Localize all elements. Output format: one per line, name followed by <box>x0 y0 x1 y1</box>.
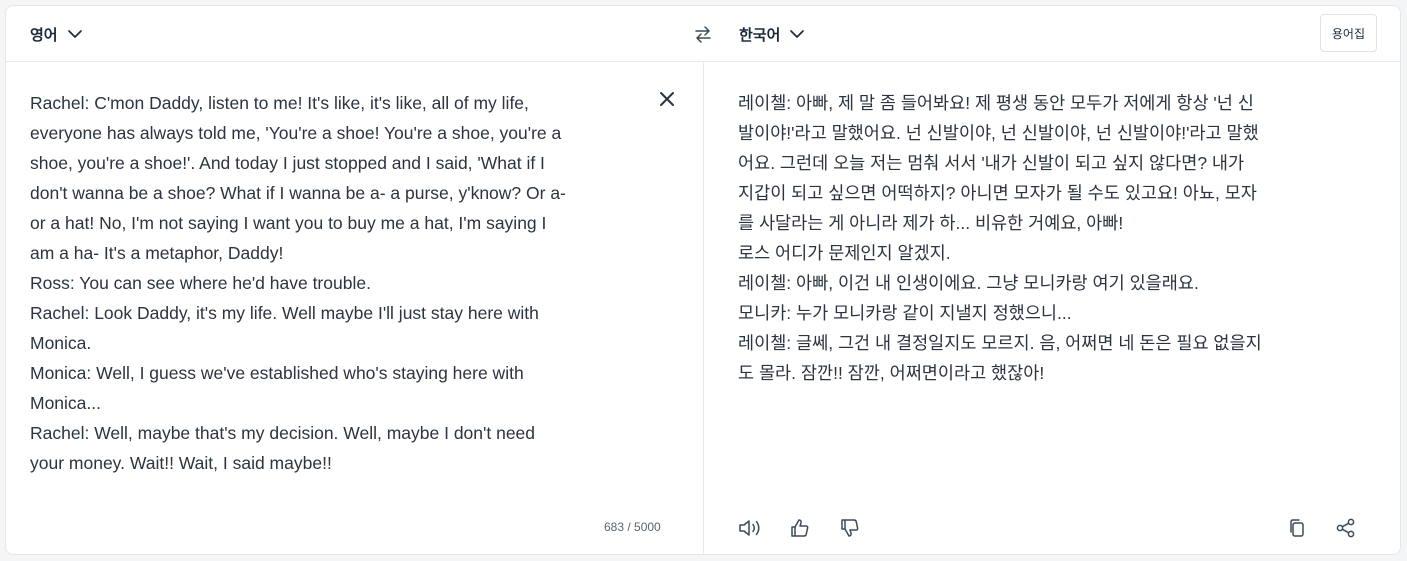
thumbs-up-icon <box>789 517 811 539</box>
chevron-down-icon <box>788 25 806 43</box>
source-language-label: 영어 <box>30 25 58 44</box>
listen-button[interactable] <box>736 514 764 542</box>
swap-arrows-icon <box>692 23 714 45</box>
dislike-button[interactable] <box>836 514 864 542</box>
like-button[interactable] <box>786 514 814 542</box>
pane-divider <box>703 62 704 554</box>
copy-icon <box>1286 517 1308 539</box>
share-icon <box>1335 517 1357 539</box>
character-count: 683 / 5000 <box>604 520 661 534</box>
translator-window: 영어 한국어 용어집 Rachel: C'mon Daddy, listen t… <box>5 5 1401 555</box>
source-text-input[interactable]: Rachel: C'mon Daddy, listen to me! It's … <box>30 88 630 478</box>
target-language-label: 한국어 <box>739 25 781 44</box>
clear-source-button[interactable] <box>656 88 678 110</box>
source-language-select[interactable]: 영어 <box>30 20 84 48</box>
thumbs-down-icon <box>839 517 861 539</box>
header-bar: 영어 한국어 용어집 <box>6 6 1400 62</box>
target-language-select[interactable]: 한국어 <box>739 20 806 48</box>
chevron-down-icon <box>66 25 84 43</box>
speaker-icon <box>737 517 763 539</box>
close-icon <box>659 91 675 107</box>
glossary-button[interactable]: 용어집 <box>1319 14 1377 52</box>
share-button[interactable] <box>1332 514 1360 542</box>
translation-output: 레이첼: 아빠, 제 말 좀 들어봐요! 제 평생 동안 모두가 저에게 항상 … <box>738 93 1262 383</box>
swap-languages-button[interactable] <box>689 20 717 48</box>
copy-button[interactable] <box>1283 514 1311 542</box>
